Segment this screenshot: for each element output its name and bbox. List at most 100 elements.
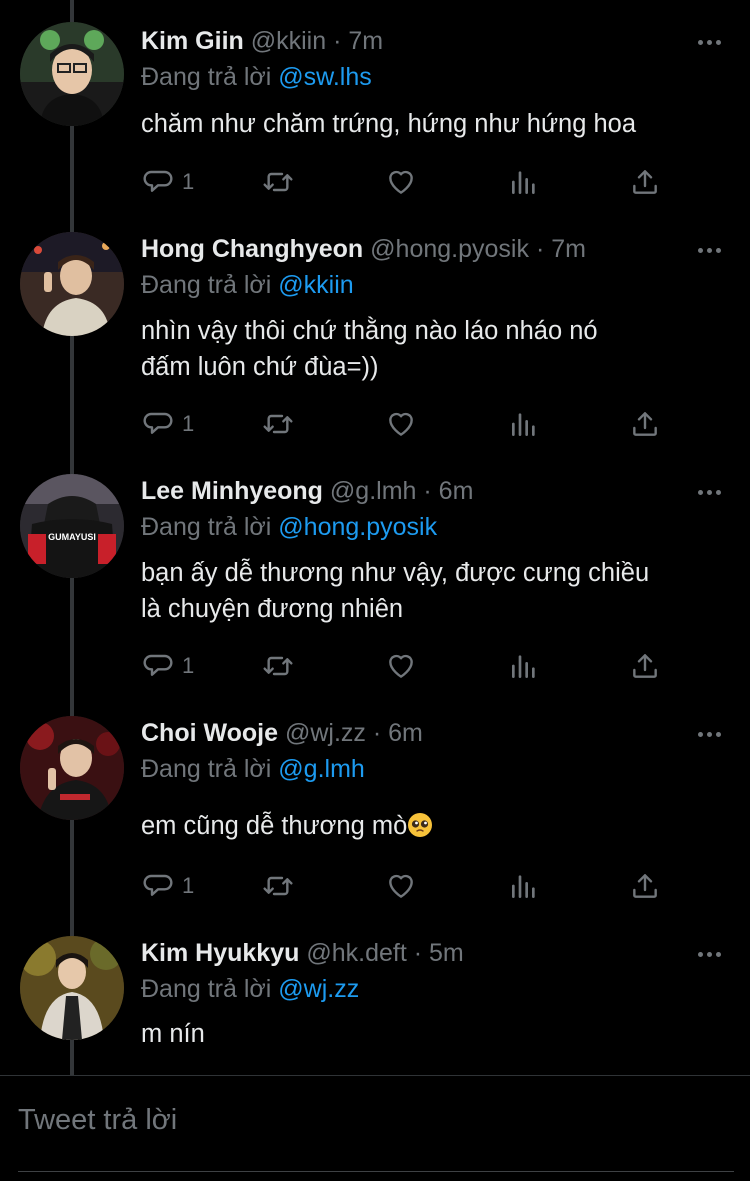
tweet-text-line: nhìn vậy thôi chứ thằng nào láo nháo nó bbox=[141, 317, 598, 345]
timestamp[interactable]: · 6m bbox=[373, 719, 423, 747]
heart-icon bbox=[389, 170, 413, 194]
like-button[interactable] bbox=[385, 162, 417, 202]
views-button[interactable] bbox=[508, 866, 540, 906]
reply-count: 1 bbox=[182, 411, 195, 436]
more-options-icon[interactable] bbox=[692, 937, 726, 971]
replying-to: Đang trả lời @hong.pyosik bbox=[141, 510, 437, 544]
replying-label: Đang trả lời bbox=[141, 271, 272, 299]
replying-to: Đang trả lời @kkiin bbox=[141, 268, 354, 302]
retweet-icon bbox=[263, 656, 293, 676]
tweet-text: nhìn vậy thôi chứ thằng nào láo nháo nó … bbox=[141, 313, 731, 385]
reply-icon bbox=[143, 874, 173, 896]
heart-icon bbox=[389, 654, 413, 678]
more-options-icon[interactable] bbox=[692, 25, 726, 59]
tweet-text: chăm như chăm trứng, hứng như hứng hoa bbox=[141, 110, 637, 138]
retweet-button[interactable] bbox=[262, 866, 294, 906]
share-button[interactable] bbox=[629, 866, 661, 906]
replying-label: Đang trả lời bbox=[141, 513, 272, 541]
tweet-actions: 1 bbox=[0, 162, 750, 202]
retweet-button[interactable] bbox=[262, 162, 294, 202]
user-handle[interactable]: @hk.deft bbox=[306, 939, 406, 967]
display-name[interactable]: Lee Minhyeong bbox=[141, 477, 323, 505]
analytics-icon bbox=[512, 655, 535, 678]
reply-icon bbox=[143, 654, 173, 676]
more-options-icon[interactable] bbox=[692, 717, 726, 751]
tweet-text-content: em cũng dễ thương mò bbox=[141, 812, 408, 840]
reply-button[interactable]: 1 bbox=[142, 646, 194, 686]
retweet-icon bbox=[263, 414, 293, 434]
display-name[interactable]: Kim Hyukkyu bbox=[141, 939, 299, 967]
views-button[interactable] bbox=[508, 646, 540, 686]
display-name[interactable]: Hong Changhyeon bbox=[141, 235, 363, 263]
reply-button[interactable]: 1 bbox=[142, 866, 194, 906]
display-name[interactable]: Choi Wooje bbox=[141, 719, 278, 747]
reply-button[interactable]: 1 bbox=[142, 162, 194, 202]
share-button[interactable] bbox=[629, 404, 661, 444]
replying-label: Đang trả lời bbox=[141, 755, 272, 783]
more-options-icon[interactable] bbox=[692, 475, 726, 509]
replying-to: Đang trả lời @wj.zz bbox=[141, 972, 359, 1006]
reply-count: 1 bbox=[182, 653, 195, 678]
timestamp[interactable]: · 5m bbox=[414, 939, 464, 967]
reply-icon bbox=[143, 170, 173, 192]
reply-input[interactable]: Tweet trả lời bbox=[18, 1104, 177, 1137]
replying-label: Đang trả lời bbox=[141, 975, 272, 1003]
tweet-text-line: đấm luôn chứ đùa=)) bbox=[141, 353, 379, 381]
timestamp[interactable]: · 7m bbox=[536, 235, 586, 263]
timestamp[interactable]: · 7m bbox=[333, 27, 383, 55]
replying-label: Đang trả lời bbox=[141, 63, 272, 91]
retweet-button[interactable] bbox=[262, 404, 294, 444]
tweet-text: m nín bbox=[141, 1020, 205, 1048]
avatar[interactable] bbox=[20, 936, 124, 1040]
user-handle[interactable]: @g.lmh bbox=[330, 477, 417, 505]
analytics-icon bbox=[512, 413, 535, 436]
jersey-text: GUMAYUSI bbox=[48, 532, 96, 542]
replying-to-handle[interactable]: @sw.lhs bbox=[278, 63, 371, 91]
user-handle[interactable]: @wj.zz bbox=[285, 719, 366, 747]
more-options-icon[interactable] bbox=[692, 233, 726, 267]
replying-to-handle[interactable]: @kkiin bbox=[278, 271, 353, 299]
tweet-text-line: bạn ấy dễ thương như vậy, được cưng chiề… bbox=[141, 559, 650, 587]
avatar[interactable] bbox=[20, 22, 124, 126]
views-button[interactable] bbox=[508, 162, 540, 202]
replying-to-handle[interactable]: @hong.pyosik bbox=[278, 513, 437, 541]
reply-composer: Tweet trả lời bbox=[0, 1075, 750, 1181]
avatar[interactable] bbox=[20, 232, 124, 336]
avatar[interactable]: GUMAYUSI bbox=[20, 474, 124, 578]
reply-count: 1 bbox=[182, 169, 195, 194]
display-name[interactable]: Kim Giin bbox=[141, 27, 244, 55]
tweet-actions: 1 bbox=[0, 866, 750, 906]
pleading-face-emoji bbox=[408, 813, 433, 837]
share-icon bbox=[633, 170, 657, 194]
user-handle[interactable]: @hong.pyosik bbox=[370, 235, 529, 263]
heart-icon bbox=[389, 874, 413, 898]
heart-icon bbox=[389, 412, 413, 436]
like-button[interactable] bbox=[385, 646, 417, 686]
views-button[interactable] bbox=[508, 404, 540, 444]
share-icon bbox=[633, 874, 657, 898]
like-button[interactable] bbox=[385, 866, 417, 906]
replying-to: Đang trả lời @sw.lhs bbox=[141, 60, 372, 94]
retweet-icon bbox=[263, 876, 293, 896]
analytics-icon bbox=[512, 171, 535, 194]
share-button[interactable] bbox=[629, 646, 661, 686]
tweet-actions: 1 bbox=[0, 404, 750, 444]
tweet-text: em cũng dễ thương mò bbox=[141, 808, 731, 844]
share-button[interactable] bbox=[629, 162, 661, 202]
reply-button[interactable]: 1 bbox=[142, 404, 194, 444]
like-button[interactable] bbox=[385, 404, 417, 444]
replying-to-handle[interactable]: @g.lmh bbox=[278, 755, 365, 783]
retweet-icon bbox=[263, 172, 293, 192]
replying-to-handle[interactable]: @wj.zz bbox=[278, 975, 359, 1003]
replying-to: Đang trả lời @g.lmh bbox=[141, 752, 365, 786]
tweet-actions: 1 bbox=[0, 646, 750, 686]
analytics-icon bbox=[512, 875, 535, 898]
avatar[interactable] bbox=[20, 716, 124, 820]
tweet-text-line: là chuyện đương nhiên bbox=[141, 595, 404, 623]
tweet-text: bạn ấy dễ thương như vậy, được cưng chiề… bbox=[141, 555, 731, 627]
user-handle[interactable]: @kkiin bbox=[251, 27, 326, 55]
retweet-button[interactable] bbox=[262, 646, 294, 686]
timestamp[interactable]: · 6m bbox=[423, 477, 473, 505]
share-icon bbox=[633, 654, 657, 678]
reply-count: 1 bbox=[182, 873, 195, 898]
